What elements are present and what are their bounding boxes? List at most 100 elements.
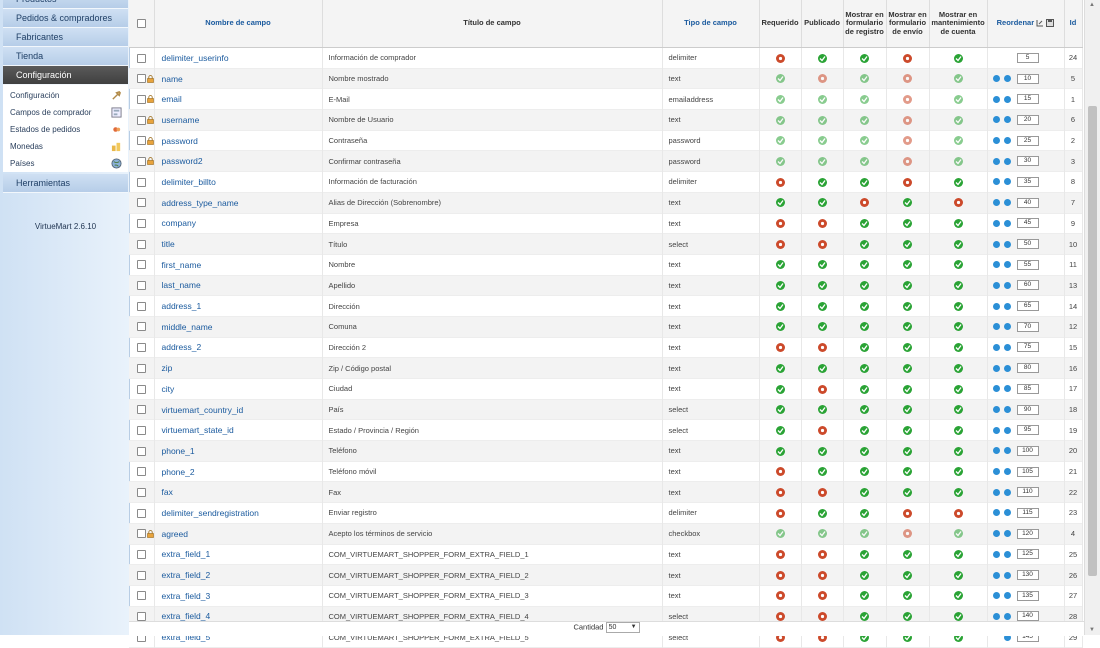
required-check-icon[interactable]	[775, 301, 785, 311]
field-name-link[interactable]: password2	[154, 150, 323, 172]
order-input[interactable]: 95	[1016, 425, 1039, 436]
field-name-link[interactable]: delimiter_sendregistration	[154, 502, 323, 524]
show-shipping-check-icon[interactable]	[903, 425, 912, 435]
row-checkbox[interactable]	[137, 570, 146, 580]
show-account-check-icon[interactable]	[953, 612, 963, 622]
scroll-up-icon[interactable]: ▲	[1089, 2, 1095, 8]
move-up-icon[interactable]	[1003, 95, 1011, 103]
save-order-icon[interactable]	[1046, 19, 1055, 28]
row-checkbox[interactable]	[137, 487, 146, 497]
show-account-check-icon[interactable]	[953, 239, 963, 249]
header-reorder[interactable]: Reordenar	[987, 0, 1065, 48]
order-input[interactable]: 100	[1016, 445, 1039, 456]
show-account-check-icon[interactable]	[953, 570, 963, 580]
move-down-icon[interactable]	[992, 530, 1000, 538]
show-shipping-cross-icon[interactable]	[903, 94, 912, 104]
show-account-check-icon[interactable]	[953, 467, 963, 477]
published-cross-icon[interactable]	[817, 74, 827, 84]
show-account-check-icon[interactable]	[953, 260, 963, 270]
field-name-link[interactable]: extra_field_3	[154, 585, 323, 607]
show-shipping-cross-icon[interactable]	[903, 529, 912, 539]
field-name-link[interactable]: virtuemart_country_id	[154, 399, 323, 420]
order-input[interactable]: 65	[1016, 301, 1039, 312]
published-cross-icon[interactable]	[817, 487, 827, 497]
required-cross-icon[interactable]	[775, 508, 785, 518]
show-registration-check-icon[interactable]	[860, 219, 869, 229]
required-check-icon[interactable]	[775, 384, 785, 394]
move-down-icon[interactable]	[992, 116, 1000, 124]
show-account-check-icon[interactable]	[953, 219, 963, 229]
show-registration-check-icon[interactable]	[860, 239, 869, 249]
move-up-icon[interactable]	[1003, 447, 1011, 455]
menu-item-shop[interactable]: Tienda	[3, 47, 128, 66]
move-down-icon[interactable]	[992, 509, 1000, 517]
field-name-link[interactable]: middle_name	[154, 316, 323, 338]
show-registration-check-icon[interactable]	[860, 425, 869, 435]
required-check-icon[interactable]	[775, 405, 785, 415]
menu-item-products[interactable]: Productos	[3, 0, 128, 9]
move-up-icon[interactable]	[1003, 488, 1011, 496]
header-field-name[interactable]: Nombre de campo	[154, 0, 323, 48]
vertical-scrollbar[interactable]: ▲ ▼	[1084, 0, 1100, 635]
published-check-icon[interactable]	[817, 260, 827, 270]
order-input[interactable]: 10	[1016, 73, 1039, 84]
move-down-icon[interactable]	[992, 364, 1000, 372]
row-checkbox[interactable]	[137, 343, 146, 353]
show-account-check-icon[interactable]	[953, 53, 963, 63]
show-shipping-check-icon[interactable]	[903, 301, 912, 311]
field-name-link[interactable]: address_type_name	[154, 192, 323, 213]
show-shipping-check-icon[interactable]	[903, 363, 912, 373]
published-check-icon[interactable]	[817, 177, 827, 187]
row-checkbox[interactable]	[137, 591, 146, 601]
move-up-icon[interactable]	[1003, 178, 1011, 186]
order-input[interactable]: 30	[1016, 156, 1039, 167]
published-cross-icon[interactable]	[817, 343, 827, 353]
move-up-icon[interactable]	[1003, 75, 1011, 83]
move-down-icon[interactable]	[992, 199, 1000, 207]
move-up-icon[interactable]	[1003, 426, 1011, 434]
move-down-icon[interactable]	[992, 323, 1000, 331]
show-account-check-icon[interactable]	[953, 156, 963, 166]
quantity-select[interactable]: 50 ▼	[605, 622, 640, 633]
show-shipping-check-icon[interactable]	[903, 612, 912, 622]
field-name-link[interactable]: delimiter_billto	[154, 171, 323, 193]
show-shipping-check-icon[interactable]	[903, 405, 912, 415]
show-account-check-icon[interactable]	[953, 177, 963, 187]
published-check-icon[interactable]	[817, 529, 827, 539]
published-cross-icon[interactable]	[817, 425, 827, 435]
show-account-check-icon[interactable]	[953, 322, 963, 332]
move-down-icon[interactable]	[992, 426, 1000, 434]
required-cross-icon[interactable]	[775, 487, 785, 497]
show-shipping-check-icon[interactable]	[903, 591, 912, 601]
show-registration-check-icon[interactable]	[860, 570, 869, 580]
row-checkbox[interactable]	[137, 74, 146, 84]
show-account-check-icon[interactable]	[953, 405, 963, 415]
show-account-check-icon[interactable]	[953, 74, 963, 84]
row-checkbox[interactable]	[137, 156, 146, 166]
required-cross-icon[interactable]	[775, 343, 785, 353]
move-down-icon[interactable]	[992, 488, 1000, 496]
show-registration-check-icon[interactable]	[860, 384, 869, 394]
order-input[interactable]: 110	[1016, 487, 1039, 498]
published-cross-icon[interactable]	[817, 219, 827, 229]
move-up-icon[interactable]	[1003, 261, 1011, 269]
move-down-icon[interactable]	[992, 406, 1000, 414]
order-input[interactable]: 15	[1016, 94, 1039, 105]
move-up-icon[interactable]	[1003, 240, 1011, 248]
order-input[interactable]: 80	[1016, 363, 1039, 374]
field-name-link[interactable]: zip	[154, 357, 323, 379]
move-down-icon[interactable]	[992, 178, 1000, 186]
sort-icon[interactable]	[1036, 19, 1044, 27]
field-name-link[interactable]: extra_field_1	[154, 544, 323, 565]
row-checkbox[interactable]	[137, 363, 146, 373]
show-account-cross-icon[interactable]	[953, 198, 963, 208]
show-registration-check-icon[interactable]	[860, 74, 869, 84]
order-input[interactable]: 120	[1016, 528, 1039, 539]
field-name-link[interactable]: first_name	[154, 254, 323, 276]
published-check-icon[interactable]	[817, 322, 827, 332]
move-up-icon[interactable]	[1003, 530, 1011, 538]
row-checkbox[interactable]	[137, 301, 146, 311]
show-account-check-icon[interactable]	[953, 115, 963, 125]
row-checkbox[interactable]	[137, 384, 146, 394]
move-down-icon[interactable]	[992, 281, 1000, 289]
